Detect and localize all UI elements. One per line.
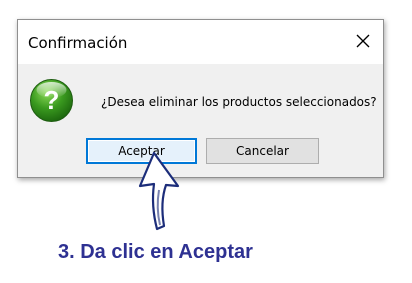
confirmation-dialog: Confirmación ? ¿Desea eliminar los produ… [17,19,384,178]
instruction-text: 3. Da clic en Aceptar [58,241,253,263]
dialog-title: Confirmación [28,34,128,52]
dialog-titlebar: Confirmación [18,20,383,64]
dialog-message: ¿Desea eliminar los productos selecciona… [101,95,377,109]
cancel-button[interactable]: Cancelar [206,138,319,164]
question-icon: ? [30,79,73,122]
close-icon[interactable] [355,33,371,49]
svg-text:?: ? [44,85,60,115]
up-arrow-icon [138,151,180,231]
